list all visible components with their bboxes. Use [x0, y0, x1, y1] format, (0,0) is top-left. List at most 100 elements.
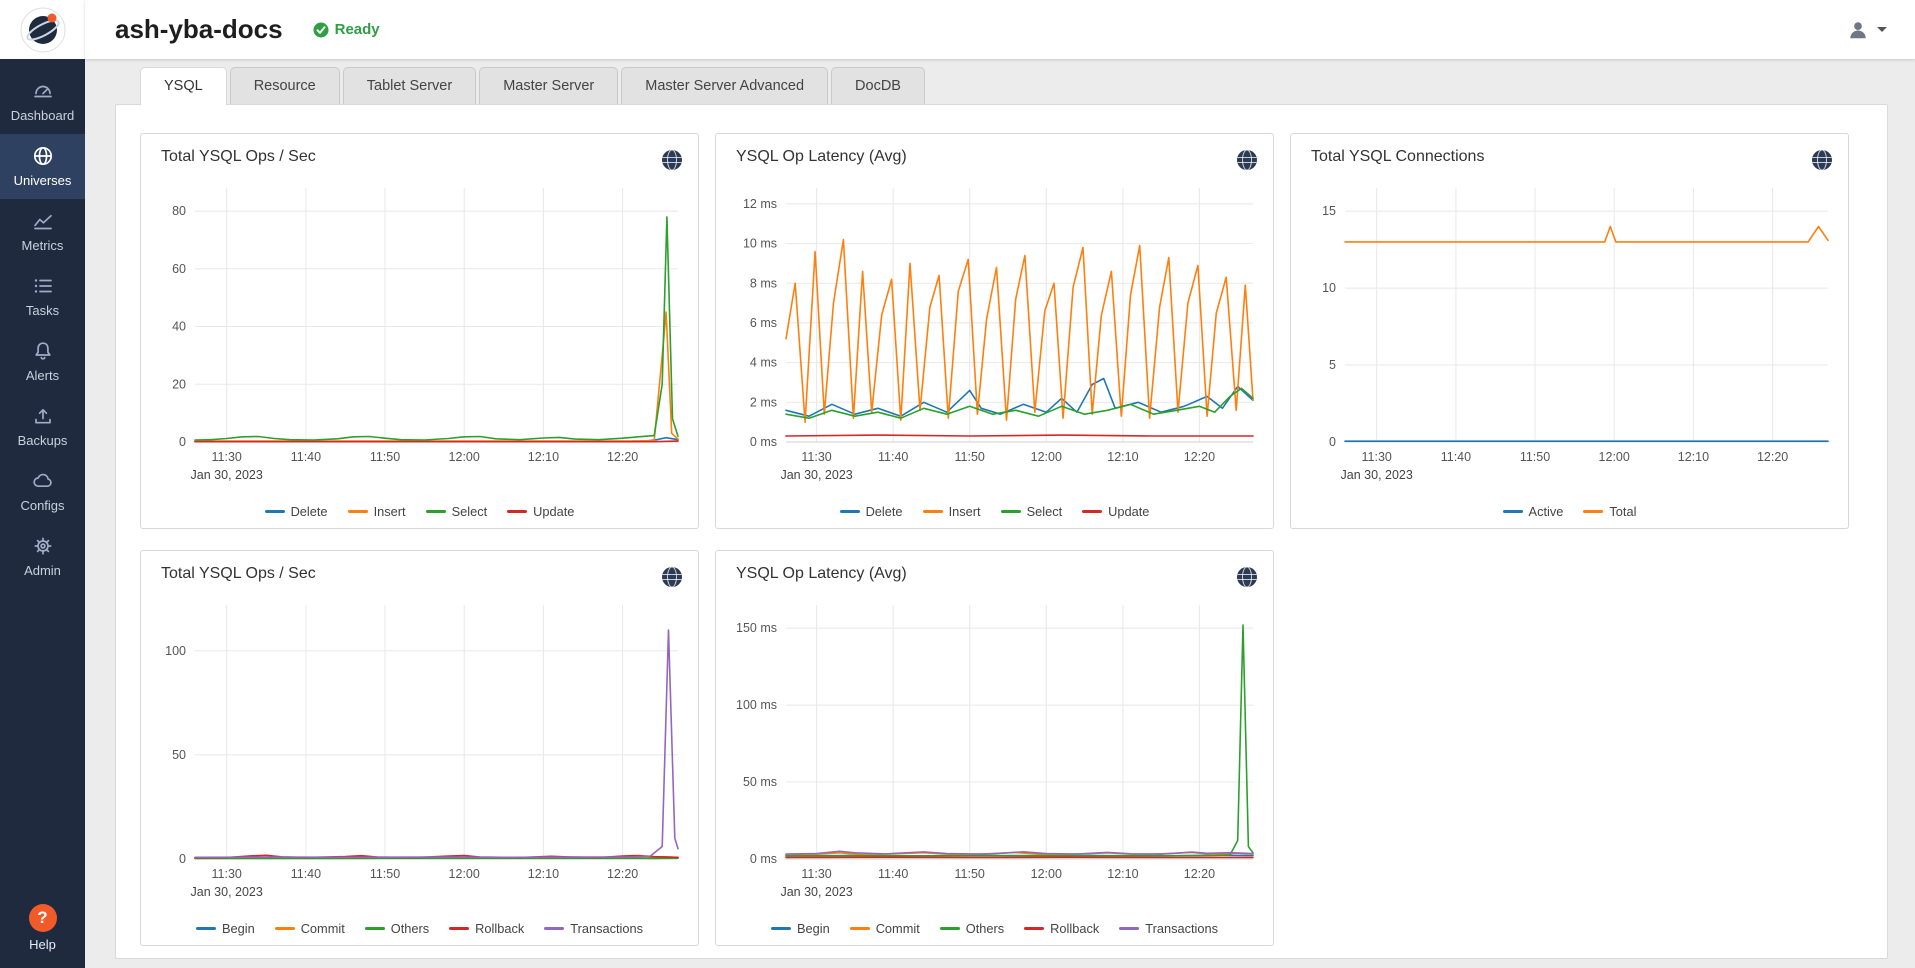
svg-text:60: 60 — [172, 262, 186, 276]
legend-item[interactable]: Update — [1082, 504, 1149, 519]
legend-item[interactable]: Select — [426, 504, 488, 519]
sidebar-item-label: Dashboard — [11, 108, 75, 123]
legend-item[interactable]: Delete — [265, 504, 328, 519]
sidebar-item-dashboard[interactable]: Dashboard — [0, 69, 85, 134]
chart-canvas[interactable]: 11:3011:4011:5012:0012:1012:200 ms50 ms1… — [720, 589, 1269, 907]
legend-label: Transactions — [1145, 921, 1218, 936]
legend-label: Others — [391, 921, 429, 936]
svg-text:11:30: 11:30 — [801, 867, 831, 881]
chart-canvas[interactable]: 11:3011:4011:5012:0012:1012:20050100Jan … — [145, 589, 694, 907]
chart-row-1: Total YSQL Ops / Sec 11:3011:4011:5012:0… — [140, 133, 1867, 529]
legend-swatch — [265, 510, 285, 513]
sidebar-item-label: Alerts — [26, 368, 59, 383]
sidebar-item-tasks[interactable]: Tasks — [0, 264, 85, 329]
svg-text:Jan 30, 2023: Jan 30, 2023 — [780, 468, 852, 482]
sidebar-item-admin[interactable]: Admin — [0, 524, 85, 589]
yugabyte-logo-icon — [20, 7, 66, 53]
chart-plot[interactable]: 11:3011:4011:5012:0012:1012:20051015Jan … — [1295, 172, 1844, 495]
sidebar-item-label: Admin — [24, 563, 61, 578]
legend-swatch — [449, 927, 469, 930]
legend-item[interactable]: Transactions — [1119, 921, 1218, 936]
sidebar-item-configs[interactable]: Configs — [0, 459, 85, 524]
globe-icon — [660, 565, 684, 589]
legend-item[interactable]: Insert — [923, 504, 981, 519]
legend-item[interactable]: Transactions — [544, 921, 643, 936]
legend-item[interactable]: Insert — [348, 504, 406, 519]
legend-item[interactable]: Others — [940, 921, 1004, 936]
chart-plot[interactable]: 11:3011:4011:5012:0012:1012:200 ms50 ms1… — [720, 589, 1269, 912]
legend-swatch — [507, 510, 527, 513]
chart-legend: Active Total — [1291, 495, 1848, 528]
tab-tablet-server[interactable]: Tablet Server — [343, 67, 476, 104]
main-area: ash-yba-docs Ready YSQL Resource Tablet … — [85, 0, 1915, 968]
legend-item[interactable]: Update — [507, 504, 574, 519]
legend-label: Update — [533, 504, 574, 519]
chart-plot[interactable]: 11:3011:4011:5012:0012:1012:200 ms2 ms4 … — [720, 172, 1269, 495]
svg-text:11:30: 11:30 — [212, 867, 242, 881]
svg-text:11:40: 11:40 — [878, 867, 908, 881]
app-logo[interactable] — [0, 0, 85, 59]
legend-label: Insert — [374, 504, 406, 519]
dashboard-gauge-icon — [31, 79, 55, 103]
sidebar-item-metrics[interactable]: Metrics — [0, 199, 85, 264]
legend-item[interactable]: Others — [365, 921, 429, 936]
svg-text:12 ms: 12 ms — [743, 197, 777, 211]
sidebar-item-universes[interactable]: Universes — [0, 134, 85, 199]
svg-text:12:20: 12:20 — [607, 867, 638, 881]
app-root: { "header": { "title": "ash-yba-docs", "… — [0, 0, 1915, 968]
tab-master-server-advanced[interactable]: Master Server Advanced — [621, 67, 828, 104]
legend-swatch — [1001, 510, 1021, 513]
svg-text:100: 100 — [165, 644, 186, 658]
legend-item[interactable]: Commit — [850, 921, 920, 936]
legend-item[interactable]: Commit — [275, 921, 345, 936]
legend-item[interactable]: Rollback — [1024, 921, 1099, 936]
content-area: YSQL Resource Tablet Server Master Serve… — [85, 59, 1915, 968]
universe-title: ash-yba-docs — [115, 14, 283, 45]
chart-plot[interactable]: 11:3011:4011:5012:0012:1012:20050100Jan … — [145, 589, 694, 912]
admin-gear-icon — [31, 534, 55, 558]
legend-swatch — [348, 510, 368, 513]
legend-item[interactable]: Total — [1583, 504, 1636, 519]
status-badge: Ready — [313, 21, 380, 38]
tab-master-server[interactable]: Master Server — [479, 67, 618, 104]
backups-upload-icon — [31, 404, 55, 428]
legend-item[interactable]: Begin — [196, 921, 255, 936]
chart-title: Total YSQL Ops / Sec — [161, 148, 316, 166]
chart-canvas[interactable]: 11:3011:4011:5012:0012:1012:20020406080J… — [145, 172, 694, 490]
svg-text:Jan 30, 2023: Jan 30, 2023 — [780, 885, 852, 899]
tab-docdb[interactable]: DocDB — [831, 67, 925, 104]
legend-item[interactable]: Begin — [771, 921, 830, 936]
svg-text:6 ms: 6 ms — [750, 316, 777, 330]
user-menu[interactable] — [1847, 19, 1887, 41]
svg-text:11:50: 11:50 — [955, 450, 985, 464]
svg-text:11:50: 11:50 — [370, 450, 400, 464]
svg-text:20: 20 — [172, 377, 186, 391]
legend-swatch — [940, 927, 960, 930]
globe-icon — [660, 148, 684, 172]
legend-swatch — [196, 927, 216, 930]
chart-canvas[interactable]: 11:3011:4011:5012:0012:1012:200 ms2 ms4 … — [720, 172, 1269, 490]
svg-text:12:20: 12:20 — [607, 450, 638, 464]
legend-item[interactable]: Delete — [840, 504, 903, 519]
svg-text:0: 0 — [1329, 435, 1336, 449]
sidebar-item-label: Universes — [14, 173, 72, 188]
help-question-icon: ? — [29, 904, 57, 932]
chart-plot[interactable]: 11:3011:4011:5012:0012:1012:20020406080J… — [145, 172, 694, 495]
svg-text:10: 10 — [1322, 281, 1336, 295]
legend-item[interactable]: Select — [1001, 504, 1063, 519]
sidebar-item-help[interactable]: ? Help — [0, 904, 85, 968]
legend-label: Active — [1529, 504, 1564, 519]
legend-item[interactable]: Active — [1503, 504, 1564, 519]
legend-item[interactable]: Rollback — [449, 921, 524, 936]
tab-ysql[interactable]: YSQL — [140, 67, 227, 105]
sidebar-item-alerts[interactable]: Alerts — [0, 329, 85, 394]
chart-card-connections: Total YSQL Connections 11:3011:4011:5012… — [1290, 133, 1849, 529]
legend-label: Insert — [949, 504, 981, 519]
tab-resource[interactable]: Resource — [230, 67, 340, 104]
sidebar-item-backups[interactable]: Backups — [0, 394, 85, 459]
legend-swatch — [923, 510, 943, 513]
legend-swatch — [1082, 510, 1102, 513]
svg-text:12:10: 12:10 — [1107, 450, 1138, 464]
chart-canvas[interactable]: 11:3011:4011:5012:0012:1012:20051015Jan … — [1295, 172, 1844, 490]
svg-text:4 ms: 4 ms — [750, 356, 777, 370]
